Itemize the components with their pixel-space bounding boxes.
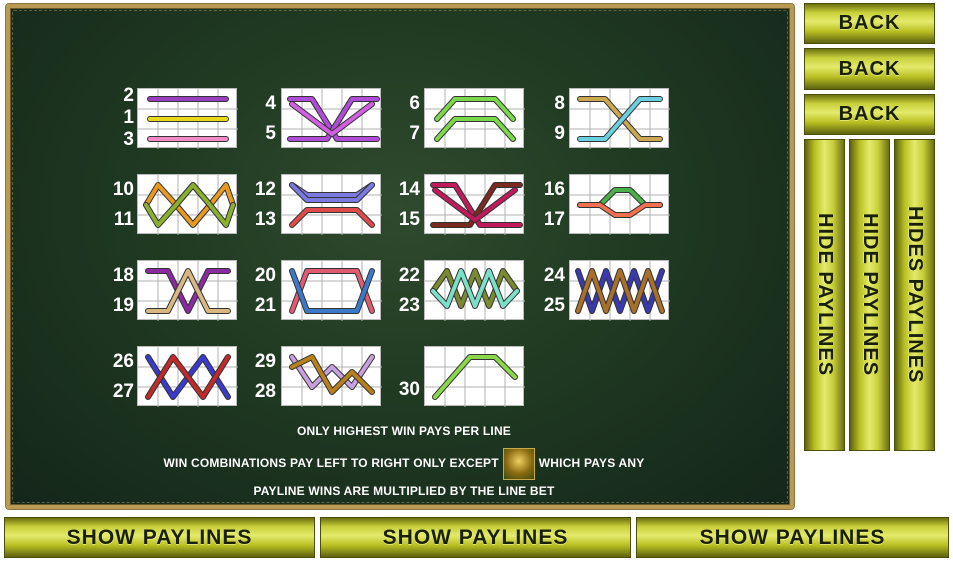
payline-label: 5	[265, 123, 276, 144]
payline-label: 9	[554, 123, 565, 144]
payline-label: 2	[123, 85, 134, 106]
payline-grid	[424, 174, 525, 235]
show-paylines-label: SHOW PAYLINES	[699, 525, 886, 549]
back-button-label: BACK	[838, 12, 901, 34]
payline-diagram	[282, 89, 382, 149]
payline-label: 6	[409, 93, 420, 114]
payline-grid	[569, 88, 670, 149]
payline-grid	[137, 88, 238, 149]
payline-label: 15	[398, 209, 420, 230]
payline-label: 27	[112, 381, 134, 402]
payline-label: 3	[123, 129, 134, 150]
back-button-label: BACK	[838, 103, 901, 125]
back-button-label: BACK	[838, 57, 901, 80]
payline-diagram	[282, 175, 382, 235]
payline-label: 4	[265, 93, 276, 114]
payline-diagram	[425, 347, 525, 407]
payline-label: 24	[543, 265, 565, 286]
payline-label: 7	[409, 123, 420, 144]
payline-diagram	[425, 175, 525, 235]
payline-diagram	[138, 347, 238, 407]
payline-path	[433, 355, 517, 399]
payline-label: 13	[254, 209, 276, 230]
info-left-to-right: WIN COMBINATIONS PAY LEFT TO RIGHT ONLY …	[10, 448, 798, 480]
back-button[interactable]: BACK	[804, 94, 935, 135]
hide-paylines-button[interactable]: HIDES PAYLINES	[894, 139, 935, 451]
payline-grid	[281, 174, 382, 235]
payline-diagram	[570, 89, 670, 149]
payline-diagram	[425, 89, 525, 149]
payline-grid	[137, 174, 238, 235]
payline-diagram	[138, 175, 238, 235]
hide-paylines-button[interactable]: HIDE PAYLINES	[804, 139, 845, 451]
hide-paylines-label: HIDE PAYLINES	[859, 213, 881, 377]
payline-label: 12	[254, 179, 276, 200]
payline-label: 23	[398, 295, 420, 316]
payline-grid	[281, 260, 382, 321]
payline-diagram	[282, 261, 382, 321]
paytable-board: 2 1 3 4 5 6 7 8 9 10 11 12 13 14 15 16 1…	[6, 4, 794, 509]
payline-label: 22	[398, 265, 420, 286]
payline-grid	[137, 260, 238, 321]
payline-diagram	[138, 89, 238, 149]
payline-label: 10	[112, 179, 134, 200]
hide-paylines-label: HIDE PAYLINES	[814, 213, 836, 377]
payline-label: 18	[112, 265, 134, 286]
payline-grid	[424, 260, 525, 321]
payline-label: 29	[254, 351, 276, 372]
payline-label: 16	[543, 179, 565, 200]
payline-label: 28	[254, 381, 276, 402]
payline-grid	[569, 174, 670, 235]
show-paylines-button[interactable]: SHOW PAYLINES	[320, 517, 631, 558]
payline-label: 30	[398, 379, 420, 400]
hide-paylines-button[interactable]: HIDE PAYLINES	[849, 139, 890, 451]
payline-diagram	[138, 261, 238, 321]
payline-label: 25	[543, 295, 565, 316]
show-paylines-button[interactable]: SHOW PAYLINES	[4, 517, 315, 558]
payline-label: 19	[112, 295, 134, 316]
payline-label: 14	[398, 179, 420, 200]
show-paylines-label: SHOW PAYLINES	[66, 525, 253, 549]
payline-label: 20	[254, 265, 276, 286]
payline-label: 8	[554, 93, 565, 114]
payline-diagram	[425, 261, 525, 321]
payline-grid	[137, 346, 238, 407]
show-paylines-label: SHOW PAYLINES	[382, 525, 569, 549]
info-pays-any-text: WHICH PAYS ANY	[538, 456, 645, 471]
payline-label: 17	[543, 209, 565, 230]
payline-label: 21	[254, 295, 276, 316]
payline-grid	[281, 346, 382, 407]
payline-label: 26	[112, 351, 134, 372]
hide-paylines-label: HIDES PAYLINES	[904, 206, 926, 384]
back-button[interactable]: BACK	[804, 3, 935, 44]
payline-label: 11	[113, 209, 134, 230]
info-left-to-right-text: WIN COMBINATIONS PAY LEFT TO RIGHT ONLY …	[163, 456, 499, 471]
payline-diagram	[570, 175, 670, 235]
payline-diagram	[570, 261, 670, 321]
show-paylines-button[interactable]: SHOW PAYLINES	[636, 517, 949, 558]
payline-grid	[281, 88, 382, 149]
info-multiplied: PAYLINE WINS ARE MULTIPLIED BY THE LINE …	[253, 484, 555, 498]
payline-path	[578, 203, 662, 217]
back-button[interactable]: BACK	[804, 48, 935, 90]
info-highest-win: ONLY HIGHEST WIN PAYS PER LINE	[296, 424, 512, 438]
payline-diagram	[282, 347, 382, 407]
payline-grid	[424, 88, 525, 149]
payline-path	[578, 97, 662, 141]
wild-symbol-icon	[502, 448, 535, 480]
payline-label: 1	[123, 107, 134, 128]
payline-path	[146, 355, 230, 399]
payline-grid	[424, 346, 525, 407]
payline-grid	[569, 260, 670, 321]
